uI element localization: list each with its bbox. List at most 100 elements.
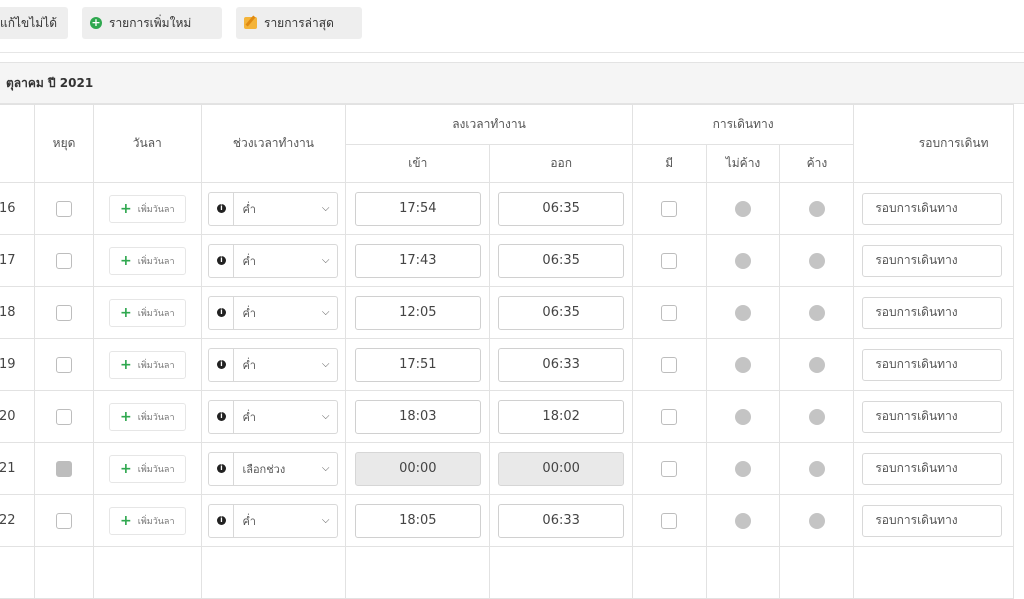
travel-round-input[interactable]: รอบการเดินทาง [862, 348, 1003, 381]
clock-out-input[interactable]: 06:35 [498, 191, 625, 226]
travel-yes-cell [631, 338, 707, 391]
travel-overnight-header: ค้าง [779, 144, 855, 183]
info-button[interactable]: i [209, 296, 235, 329]
travel-overnight-radio[interactable] [808, 408, 825, 425]
travel-no-overnight-radio[interactable] [735, 460, 751, 477]
shift-select[interactable]: i ค่ำ ⌵ [208, 295, 339, 330]
travel-round-input[interactable]: รอบการเดินทาง [862, 400, 1003, 433]
clock-in-input[interactable]: 17:43 [354, 243, 481, 278]
info-button[interactable]: i [209, 452, 235, 485]
clock-out-input[interactable]: 06:33 [498, 503, 625, 538]
clock-in-input[interactable]: 18:05 [354, 503, 481, 538]
info-button[interactable]: i [209, 400, 235, 433]
table-row: 21 + เพิ่มวันลา i เลือกช่วง ⌵ 00:00 00:00 รอบการ… [0, 442, 1014, 495]
travel-round-input[interactable]: รอบการเดินทาง [862, 244, 1003, 277]
holiday-checkbox[interactable] [56, 460, 73, 477]
travel-no-overnight-radio[interactable] [735, 356, 751, 373]
day-number: 18 [0, 305, 16, 320]
shift-header: ช่วงเวลาทำงาน [200, 104, 347, 183]
shift-select[interactable]: i ค่ำ ⌵ [208, 243, 339, 278]
shift-select[interactable]: i ค่ำ ⌵ [208, 191, 339, 226]
leave-cell: + เพิ่มวันลา [92, 390, 202, 443]
clock-in-input[interactable]: 17:54 [354, 191, 481, 226]
travel-overnight-radio[interactable] [808, 512, 825, 529]
day-cell: 20 [0, 390, 36, 443]
clock-out-input[interactable]: 06:33 [498, 347, 625, 382]
holiday-checkbox[interactable] [56, 512, 73, 529]
locked-button[interactable]: แก้ไขไม่ได้ [0, 7, 68, 39]
holiday-checkbox[interactable] [56, 356, 73, 373]
add-leave-button[interactable]: + เพิ่มวันลา [109, 194, 186, 223]
new-items-button[interactable]: + รายการเพิ่มใหม่ [82, 7, 222, 39]
holiday-checkbox[interactable] [56, 252, 73, 269]
holiday-checkbox[interactable] [56, 304, 73, 321]
travel-no-overnight-cell [705, 494, 781, 547]
travel-overnight-cell [779, 442, 855, 495]
travel-yes-cell [631, 494, 707, 547]
travel-round-input[interactable]: รอบการเดินทาง [862, 192, 1003, 225]
shift-select[interactable]: i ค่ำ ⌵ [208, 503, 339, 538]
clock-header: ลงเวลาทำงาน [345, 104, 633, 145]
table-cell [489, 546, 633, 599]
travel-round-input[interactable]: รอบการเดินทาง [862, 296, 1003, 329]
info-button[interactable]: i [209, 192, 235, 225]
clock-in-input[interactable]: 17:51 [354, 347, 481, 382]
add-leave-button[interactable]: + เพิ่มวันลา [109, 506, 186, 535]
add-leave-label: เพิ่มวันลา [137, 516, 175, 527]
travel-no-overnight-radio[interactable] [735, 408, 751, 425]
add-leave-label: เพิ่มวันลา [137, 412, 175, 423]
add-leave-button[interactable]: + เพิ่มวันลา [109, 350, 186, 379]
travel-no-overnight-radio[interactable] [735, 512, 751, 529]
add-leave-button[interactable]: + เพิ่มวันลา [109, 246, 186, 275]
travel-overnight-radio[interactable] [808, 200, 825, 217]
info-button[interactable]: i [209, 348, 235, 381]
travel-yes-checkbox[interactable] [661, 252, 678, 269]
header-row-top: หยุด วันลา ช่วงเวลาทำงาน ลงเวลาทำงาน การ… [0, 104, 1014, 183]
holiday-checkbox[interactable] [56, 408, 73, 425]
shift-select[interactable]: i ค่ำ ⌵ [208, 347, 339, 382]
travel-yes-checkbox[interactable] [661, 460, 678, 477]
new-items-label: รายการเพิ่มใหม่ [109, 15, 192, 30]
travel-no-overnight-radio[interactable] [735, 200, 751, 217]
clock-out-input[interactable]: 06:35 [498, 295, 625, 330]
travel-yes-checkbox[interactable] [661, 356, 678, 373]
travel-yes-checkbox[interactable] [661, 512, 678, 529]
travel-yes-checkbox[interactable] [661, 408, 678, 425]
add-leave-button[interactable]: + เพิ่มวันลา [109, 298, 186, 327]
travel-no-overnight-radio[interactable] [735, 304, 751, 321]
travel-round-input[interactable]: รอบการเดินทาง [862, 504, 1003, 537]
clock-in-input[interactable]: 00:00 [354, 451, 481, 486]
shift-select[interactable]: i เลือกช่วง ⌵ [208, 451, 339, 486]
add-leave-button[interactable]: + เพิ่มวันลา [109, 402, 186, 431]
add-leave-label: เพิ่มวันลา [137, 464, 175, 475]
info-button[interactable]: i [209, 244, 235, 277]
travel-overnight-radio[interactable] [808, 252, 825, 269]
travel-yes-checkbox[interactable] [661, 200, 678, 217]
clock-out-input[interactable]: 18:02 [498, 399, 625, 434]
travel-overnight-radio[interactable] [808, 460, 825, 477]
leave-cell: + เพิ่มวันลา [92, 234, 202, 287]
info-icon: i [216, 256, 226, 265]
clock-in-input[interactable]: 18:03 [354, 399, 481, 434]
add-leave-button[interactable]: + เพิ่มวันลา [109, 454, 186, 483]
latest-items-button[interactable]: รายการล่าสุด [236, 7, 362, 39]
travel-round-input[interactable]: รอบการเดินทาง [862, 452, 1003, 485]
chevron-down-icon: ⌵ [321, 359, 330, 370]
chevron-down-icon: ⌵ [321, 255, 330, 266]
travel-yes-cell [631, 390, 707, 443]
travel-overnight-radio[interactable] [808, 356, 825, 373]
travel-overnight-radio[interactable] [808, 304, 825, 321]
travel-yes-header: มี [631, 144, 707, 183]
clock-in-input[interactable]: 12:05 [354, 295, 481, 330]
round-header: รอบการเดินท [853, 104, 1014, 183]
holiday-checkbox[interactable] [56, 200, 73, 217]
info-button[interactable]: i [209, 504, 235, 537]
day-number: 22 [0, 513, 16, 528]
holiday-header: หยุด [34, 104, 94, 183]
shift-select[interactable]: i ค่ำ ⌵ [208, 399, 339, 434]
clock-out-input[interactable]: 06:35 [498, 243, 625, 278]
travel-yes-checkbox[interactable] [661, 304, 678, 321]
clock-out-input[interactable]: 00:00 [498, 451, 625, 486]
travel-no-overnight-radio[interactable] [735, 252, 751, 269]
info-icon: i [216, 204, 226, 213]
